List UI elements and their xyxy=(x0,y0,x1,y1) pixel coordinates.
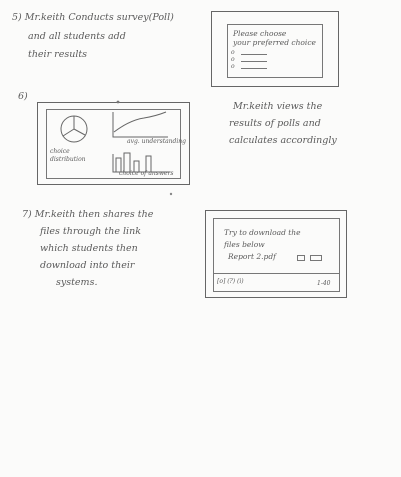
results-screen: choice distribution avg. understanding c… xyxy=(46,109,186,179)
line-chart-label: avg. understanding xyxy=(127,138,187,145)
poll-screen-frame: Please choose your preferred choice o o … xyxy=(211,11,339,87)
step6-caption-line1: Mr.keith views the xyxy=(233,101,323,112)
taskbar-icons[interactable]: [o] (?) (i) xyxy=(217,278,244,286)
taskbar-divider xyxy=(214,273,339,274)
file-size-badge-icon xyxy=(310,255,322,261)
download-screen: Try to download the files below Report 2… xyxy=(213,218,340,292)
download-prompt-line2: files below xyxy=(224,240,265,249)
file-link[interactable]: Report 2.pdf xyxy=(228,252,276,262)
step7-caption-line1: 7) Mr.keith then shares the xyxy=(22,209,154,220)
poll-prompt-line2: your preferred choice xyxy=(233,38,316,47)
sketch-page: 5) Mr.keith Conducts survey(Poll) and al… xyxy=(0,0,401,477)
step7-caption-line5: systems. xyxy=(56,277,98,288)
step5-caption-line3: their results xyxy=(28,49,88,60)
poll-option-3[interactable]: o xyxy=(231,63,235,71)
download-icon[interactable] xyxy=(297,255,305,261)
pie-label-line1: choice xyxy=(50,148,70,155)
bar-chart-label: choice of answers xyxy=(119,170,174,177)
poll-option-3-line xyxy=(241,68,267,69)
marker-dot-2 xyxy=(169,192,173,196)
pie-label-line2: distribution xyxy=(50,156,86,163)
step5-caption-line2: and all students add xyxy=(28,31,126,42)
step6-number: 6) xyxy=(18,91,28,102)
step7-caption-line4: download into their xyxy=(40,260,135,271)
step7-caption-line2: files through the link xyxy=(40,226,141,237)
step5-caption-line1: 5) Mr.keith Conducts survey(Poll) xyxy=(12,12,174,23)
poll-option-1-line xyxy=(241,54,267,55)
taskbar-time: 1-40 xyxy=(317,280,331,287)
poll-option-2-line xyxy=(241,61,267,62)
poll-screen: Please choose your preferred choice o o … xyxy=(227,24,323,78)
download-screen-frame: Try to download the files below Report 2… xyxy=(205,210,347,298)
step6-caption-line3: calculates accordingly xyxy=(229,135,337,146)
download-prompt-line1: Try to download the xyxy=(224,228,301,237)
step7-caption-line3: which students then xyxy=(40,243,138,254)
results-screen-frame: choice distribution avg. understanding c… xyxy=(37,102,190,185)
step6-caption-line2: results of polls and xyxy=(229,118,321,129)
